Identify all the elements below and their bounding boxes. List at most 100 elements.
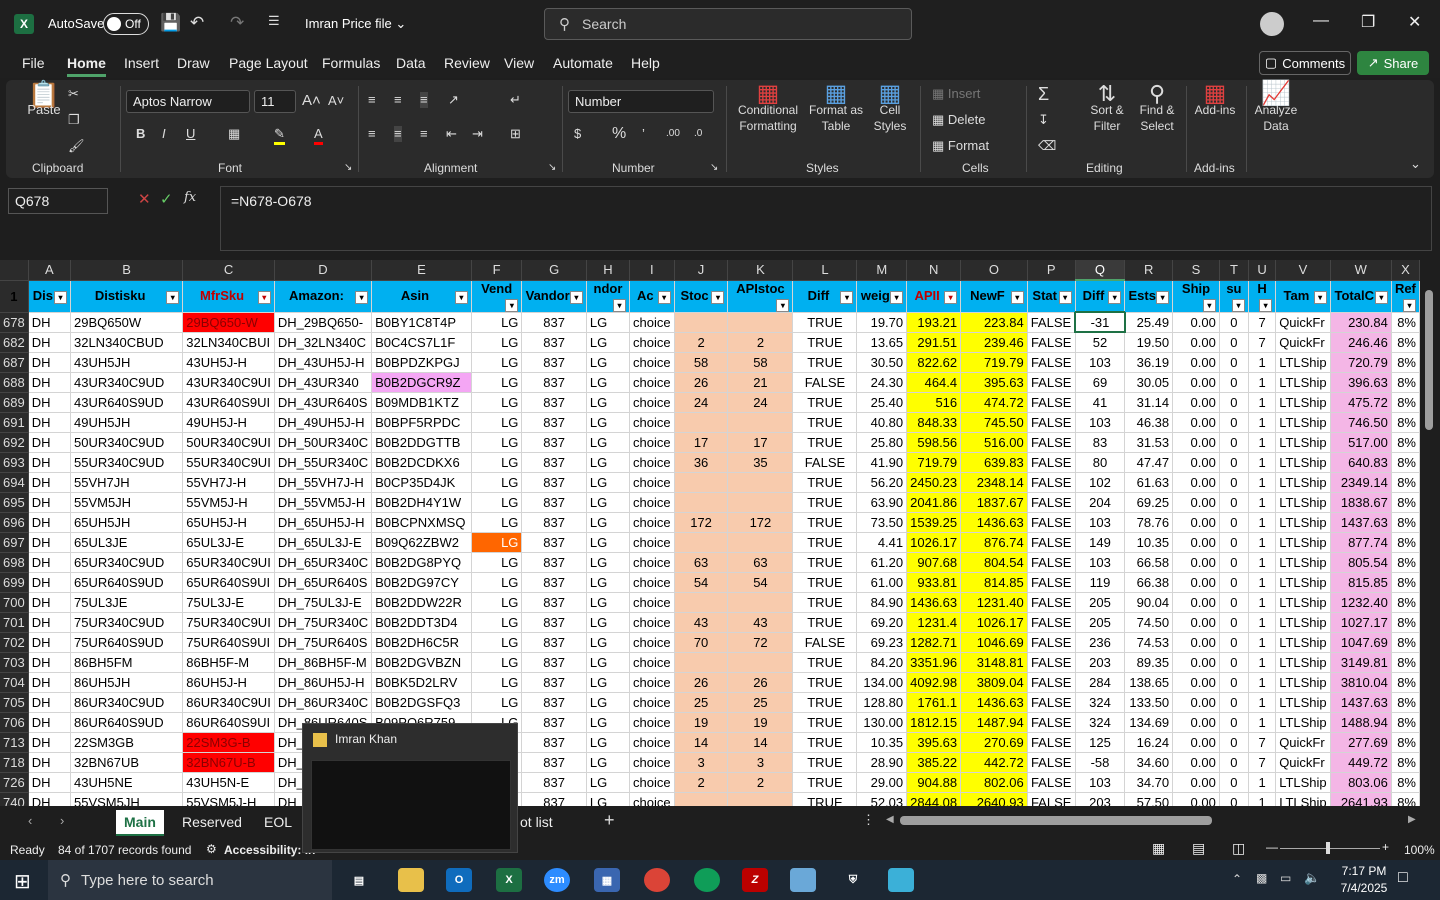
cell[interactable]: 8% <box>1391 392 1420 413</box>
cell[interactable]: 8% <box>1391 372 1420 393</box>
minimize-icon[interactable]: — <box>1313 12 1329 30</box>
cell[interactable]: 284 <box>1075 672 1126 693</box>
cell[interactable]: 0.00 <box>1172 712 1220 733</box>
cell[interactable]: DH_55UR340C <box>274 452 373 473</box>
cell[interactable]: LG <box>586 492 631 513</box>
cell[interactable]: 26 <box>727 672 794 693</box>
cell[interactable]: 0.00 <box>1172 652 1220 673</box>
menu-data[interactable]: Data <box>396 55 426 71</box>
cell[interactable]: 449.72 <box>1330 752 1392 773</box>
cell[interactable]: 40.80 <box>856 412 908 433</box>
cell[interactable]: 804.54 <box>960 552 1028 573</box>
cell[interactable]: 8% <box>1391 592 1420 613</box>
cell[interactable]: 2844.08 <box>906 792 962 806</box>
cell[interactable]: LTLShip <box>1275 372 1331 393</box>
cell[interactable]: 10.35 <box>856 732 908 753</box>
cell[interactable]: 1231.4 <box>906 612 962 633</box>
cell[interactable]: LTLShip <box>1275 472 1331 493</box>
cell[interactable]: 1 <box>1248 552 1277 573</box>
cell[interactable]: 442.72 <box>960 752 1028 773</box>
cell[interactable]: 19.50 <box>1124 332 1174 353</box>
cell[interactable]: 0 <box>1219 592 1250 613</box>
cell[interactable]: 1 <box>1248 392 1277 413</box>
cell[interactable]: 324 <box>1075 692 1126 713</box>
cell[interactable]: FALSE <box>1027 752 1076 773</box>
cell[interactable]: LG <box>586 312 631 333</box>
cell[interactable]: choice <box>629 472 675 493</box>
cell[interactable]: 0 <box>1219 312 1250 333</box>
cell[interactable]: LTLShip <box>1275 352 1331 373</box>
cell[interactable]: TRUE <box>792 352 858 373</box>
decrease-font-icon[interactable]: A˅ <box>328 93 344 109</box>
cell[interactable]: LG <box>471 472 523 493</box>
cell[interactable]: 7 <box>1248 752 1277 773</box>
calculator-icon[interactable]: ▦ <box>594 868 620 892</box>
cell[interactable]: 837 <box>521 372 587 393</box>
menu-view[interactable]: View <box>504 55 534 71</box>
cell[interactable]: 0 <box>1219 772 1250 793</box>
cell[interactable]: 54 <box>727 572 794 593</box>
cell[interactable]: B0BPF5RPDC <box>371 412 472 433</box>
cell[interactable]: 24 <box>727 392 794 413</box>
cell[interactable]: choice <box>629 712 675 733</box>
cell[interactable]: 2640.93 <box>960 792 1028 806</box>
cell[interactable]: 84.20 <box>856 652 908 673</box>
network-icon[interactable]: ▩ <box>1256 871 1267 885</box>
cell[interactable]: 0 <box>1219 732 1250 753</box>
filter-dropdown-icon[interactable]: ▾ <box>1108 291 1122 304</box>
cell[interactable]: 0.00 <box>1172 492 1220 513</box>
cell[interactable]: 8% <box>1391 552 1420 573</box>
filter-dropdown-icon[interactable]: ▾ <box>1010 291 1024 304</box>
cell[interactable]: 8% <box>1391 572 1420 593</box>
cell[interactable]: 133.50 <box>1124 692 1174 713</box>
row-header[interactable]: 704 <box>0 672 29 693</box>
cell[interactable]: choice <box>629 372 675 393</box>
cell[interactable]: FALSE <box>1027 532 1076 553</box>
comma-icon[interactable]: ’ <box>642 126 645 142</box>
cell[interactable]: 50UR340C9UD <box>70 432 184 453</box>
analyze-data-button[interactable]: 📈 Analyze Data <box>1252 82 1300 134</box>
cell[interactable]: TRUE <box>792 472 858 493</box>
cell[interactable]: DH_55VH7J-H <box>274 472 373 493</box>
cell[interactable]: FALSE <box>1027 632 1076 653</box>
cell[interactable]: B0C4CS7L1F <box>371 332 472 353</box>
cell[interactable]: 49UH5J-H <box>182 412 275 433</box>
cell[interactable]: LG <box>586 512 631 533</box>
cell[interactable]: 41.90 <box>856 452 908 473</box>
cell[interactable]: 58 <box>674 352 729 373</box>
cell[interactable]: 837 <box>521 692 587 713</box>
cell[interactable]: LG <box>471 452 523 473</box>
cell[interactable]: 69.23 <box>856 632 908 653</box>
cell[interactable]: FALSE <box>792 632 858 653</box>
align-bottom-icon[interactable]: ≡ <box>420 92 428 108</box>
cell[interactable]: DH <box>28 592 71 613</box>
cell[interactable]: 8% <box>1391 412 1420 433</box>
cell[interactable]: LG <box>586 632 631 653</box>
copy-icon[interactable]: ❐ <box>68 112 80 128</box>
cell[interactable]: 25 <box>727 692 794 713</box>
cell[interactable]: 25.49 <box>1124 312 1174 333</box>
cell[interactable]: LG <box>471 672 523 693</box>
cell[interactable]: 43 <box>674 612 729 633</box>
excel-taskbar-icon[interactable]: X <box>496 868 522 892</box>
cell[interactable]: 837 <box>521 312 587 333</box>
cell[interactable]: LTLShip <box>1275 632 1331 653</box>
cell[interactable]: DH_86UR340C <box>274 692 373 713</box>
cell[interactable]: LTLShip <box>1275 392 1331 413</box>
cell[interactable]: choice <box>629 492 675 513</box>
cell[interactable]: 0.00 <box>1172 392 1220 413</box>
cell[interactable]: 28.90 <box>856 752 908 773</box>
notifications-icon[interactable]: □ <box>1398 869 1408 887</box>
tab-main[interactable]: Main <box>116 810 164 836</box>
next-sheet-icon[interactable]: › <box>60 813 64 828</box>
cell[interactable]: FALSE <box>1027 312 1076 333</box>
cell[interactable]: 65UR640S9UD <box>70 572 184 593</box>
cell[interactable]: LG <box>586 652 631 673</box>
underline-icon[interactable]: U <box>186 126 195 142</box>
cell[interactable]: DH_75UR340C <box>274 612 373 633</box>
cell[interactable]: 0 <box>1219 552 1250 573</box>
show-hidden-icons[interactable]: ⌃ <box>1232 872 1242 886</box>
cell[interactable]: TRUE <box>792 652 858 673</box>
cell[interactable]: 0 <box>1219 752 1250 773</box>
cell[interactable]: 1 <box>1248 772 1277 793</box>
